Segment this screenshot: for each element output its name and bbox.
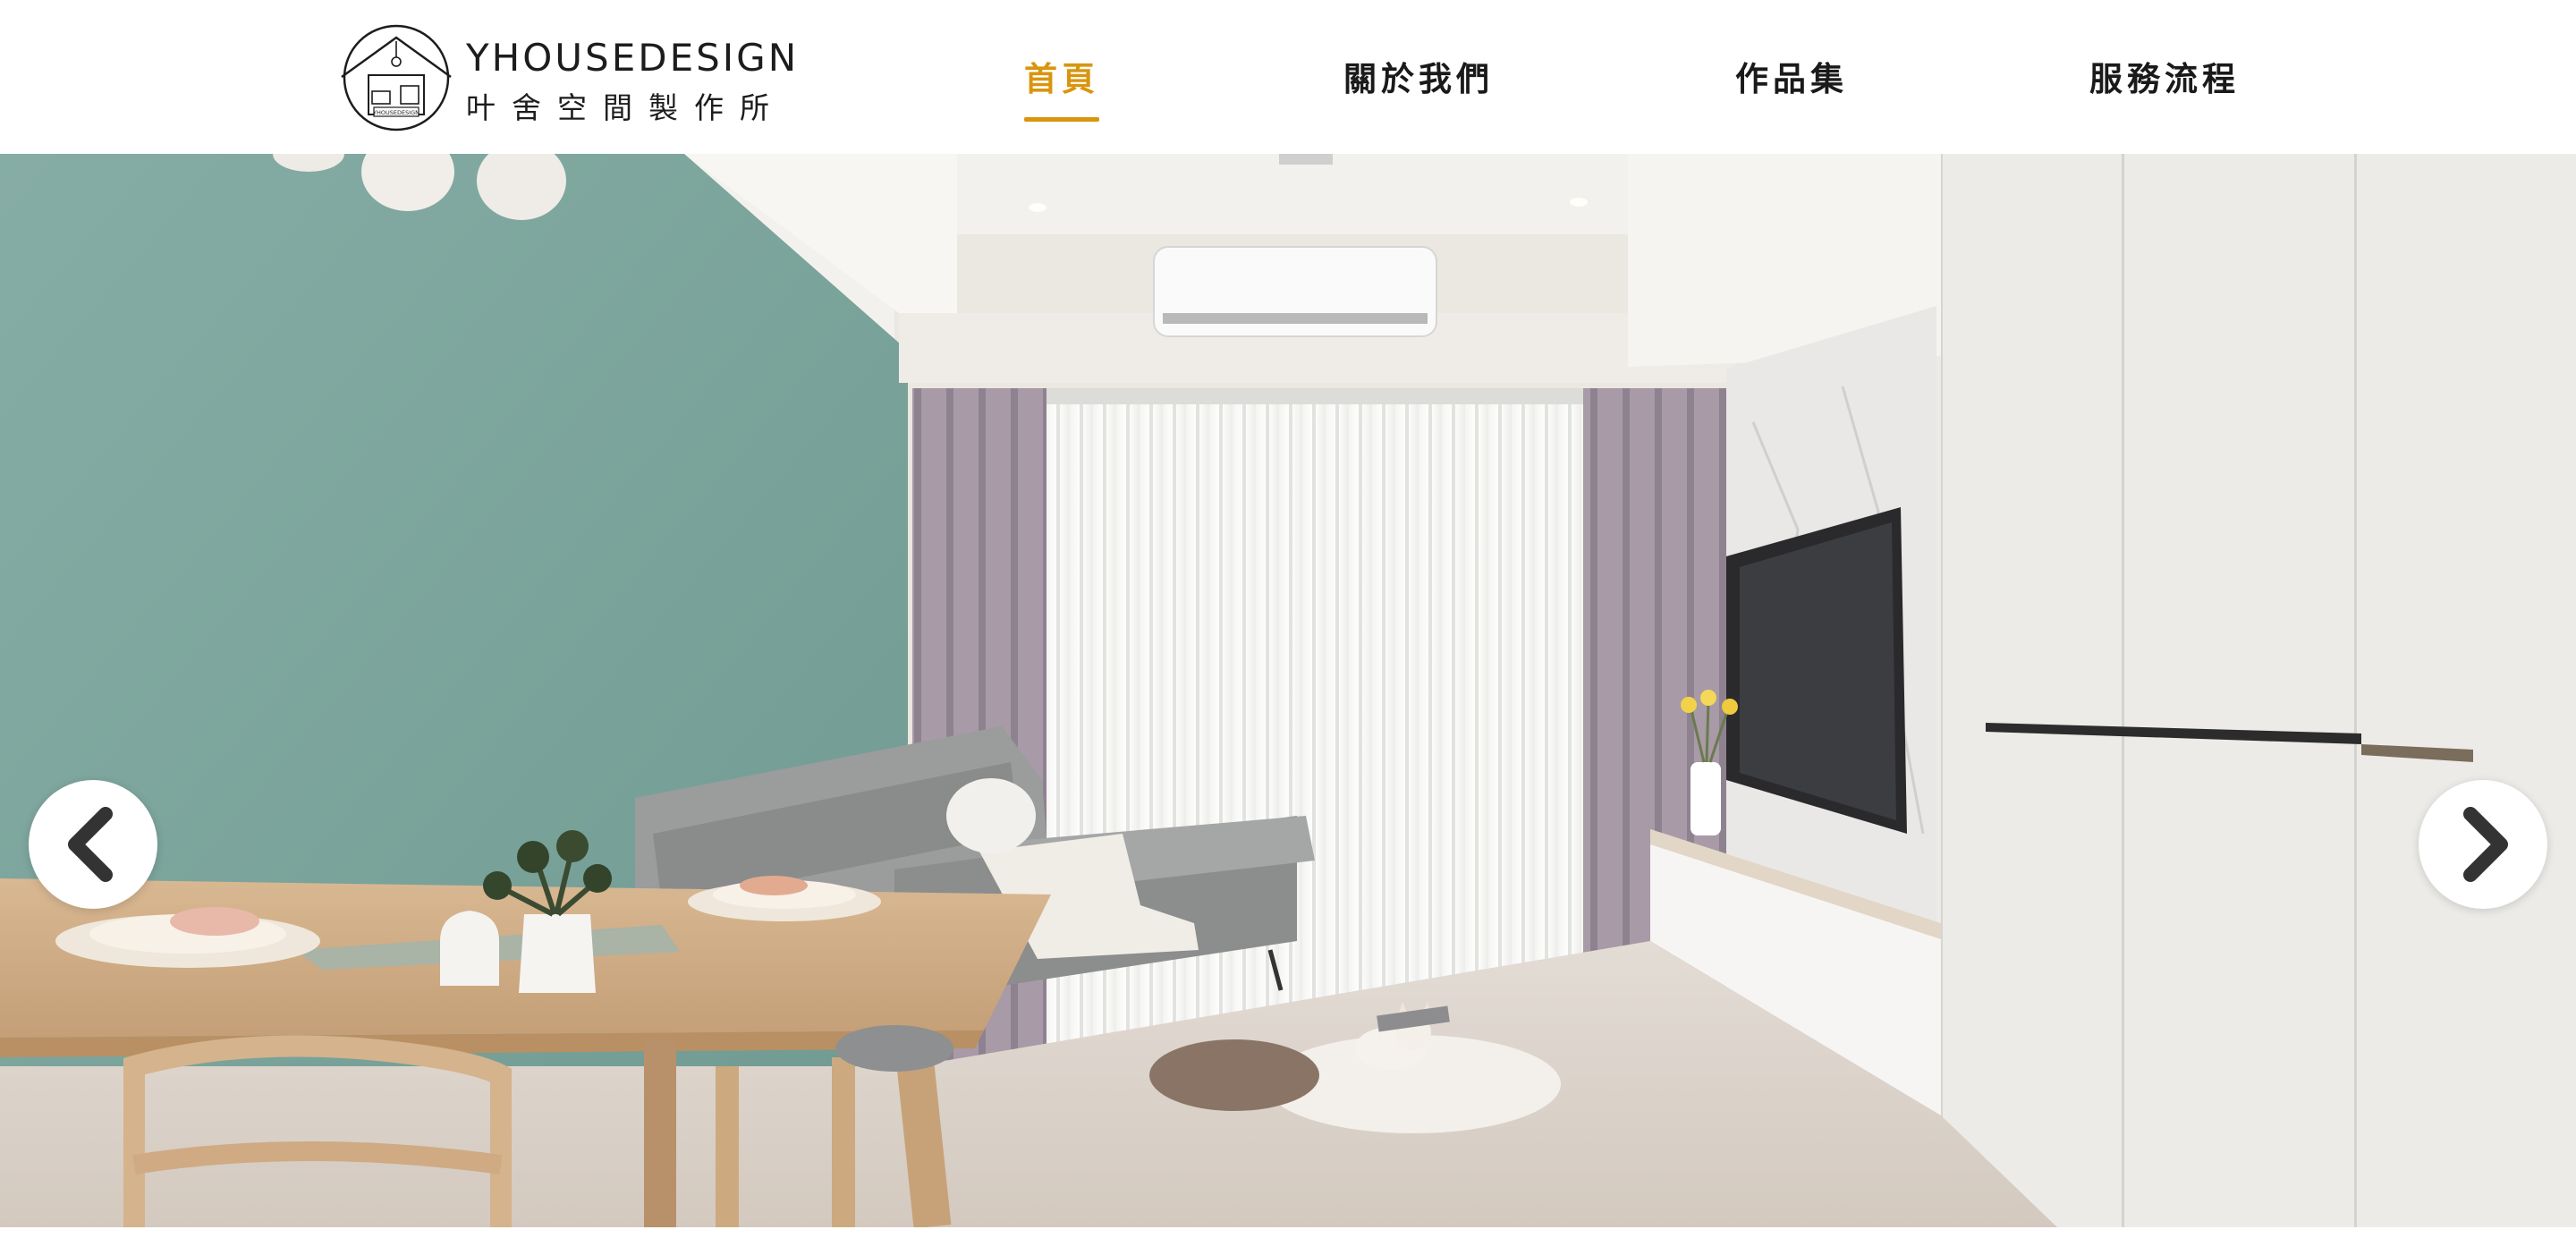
nav-active-indicator	[1024, 117, 1099, 122]
slider-next-button[interactable]	[2419, 780, 2547, 909]
brand-name-en: YHOUSEDESIGN	[466, 36, 800, 80]
nav-item-about[interactable]: 關於我們	[1343, 52, 1494, 123]
brand-name-zh: 叶舍空間製作所	[466, 90, 785, 125]
hero-slider[interactable]	[0, 154, 2576, 1227]
hero-living-room-image	[0, 154, 2576, 1227]
brand-logo[interactable]: YHOUSEDESIGN YHOUSEDESIGN 叶舍空間製作所	[336, 21, 796, 134]
nav-item-portfolio[interactable]: 作品集	[1735, 52, 1848, 123]
chevron-left-icon	[68, 807, 113, 882]
slider-prev-button[interactable]	[29, 780, 157, 909]
nav-item-process[interactable]: 服務流程	[2089, 52, 2240, 123]
chevron-right-icon	[2463, 807, 2508, 882]
svg-text:YHOUSEDESIGN: YHOUSEDESIGN	[372, 109, 419, 116]
page-bottom-edge	[0, 1227, 2576, 1238]
nav-item-home[interactable]: 首頁	[1024, 52, 1099, 123]
house-logo-icon: YHOUSEDESIGN	[341, 24, 452, 131]
site-header: YHOUSEDESIGN YHOUSEDESIGN 叶舍空間製作所 首頁 關於我…	[0, 0, 2576, 154]
